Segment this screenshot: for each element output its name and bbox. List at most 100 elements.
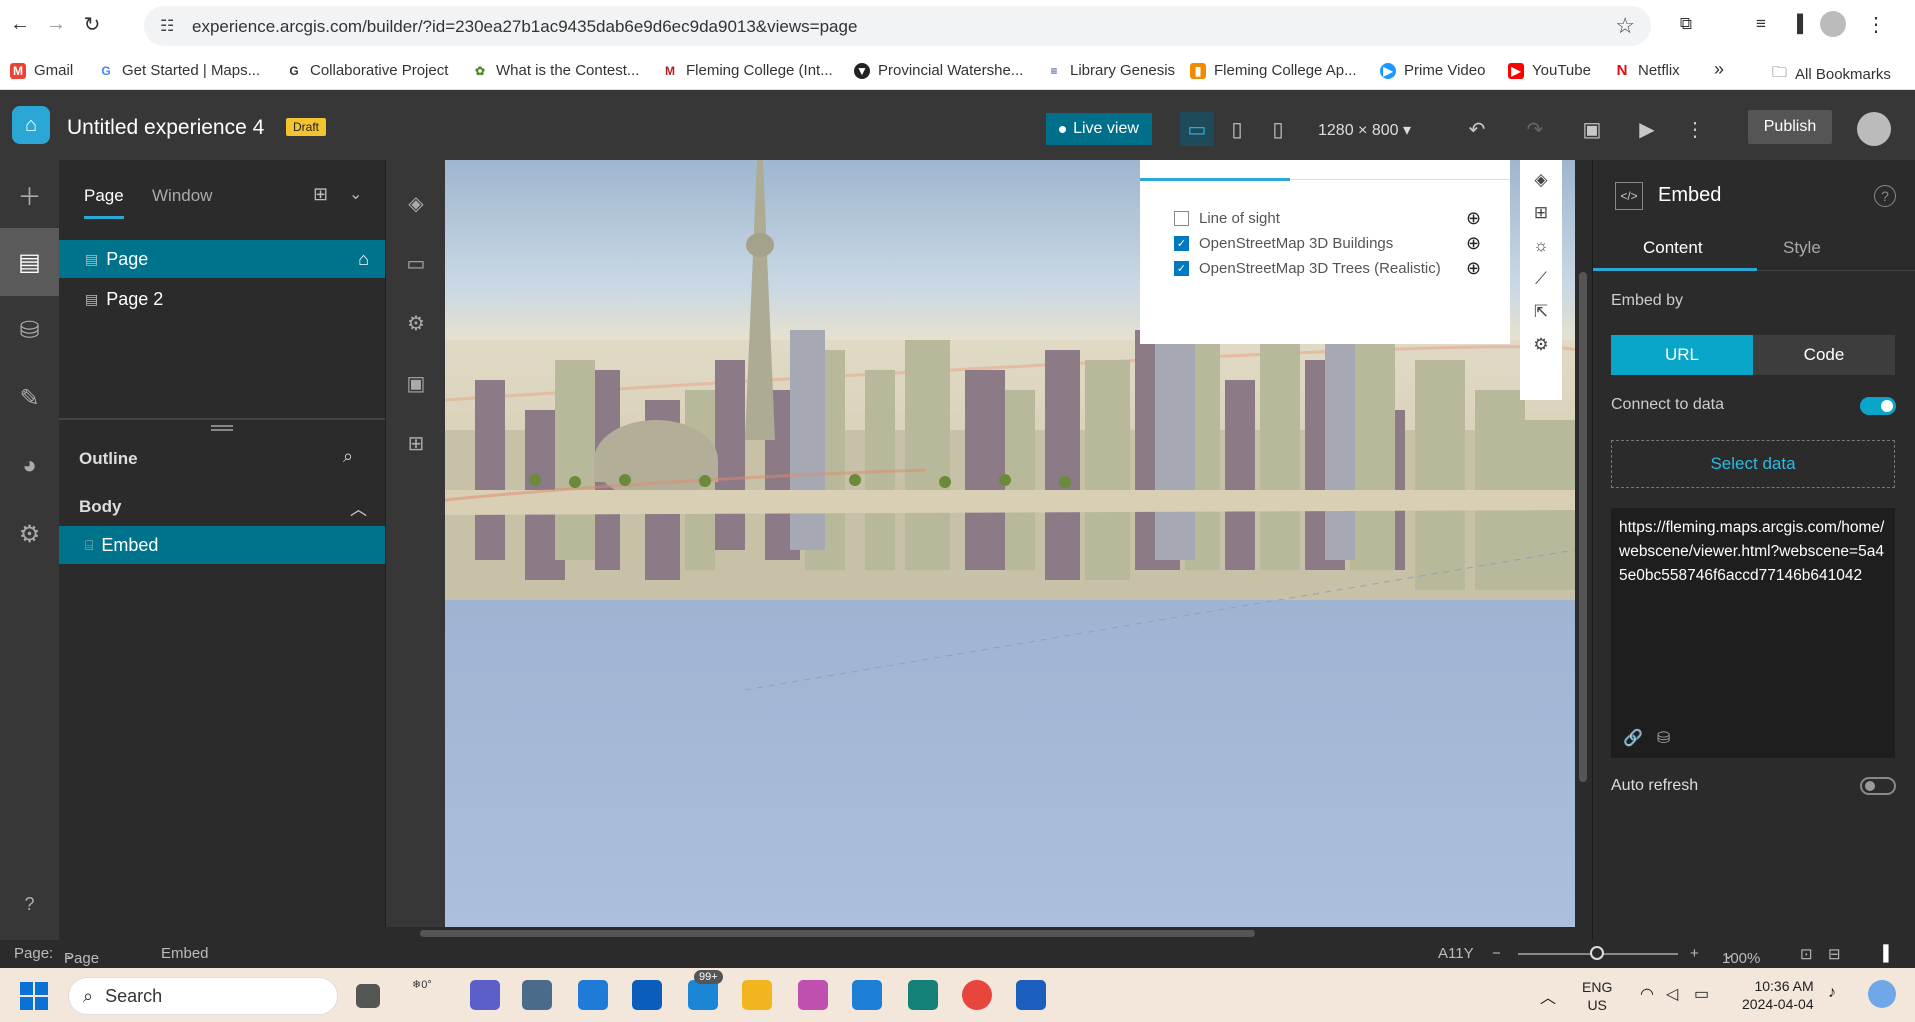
notification-bell-icon[interactable]: ♪ <box>1828 984 1836 1002</box>
live-view-button[interactable]: Live view <box>1046 113 1152 145</box>
scroll-thumb[interactable] <box>420 930 1255 937</box>
layers-app-icon[interactable] <box>908 980 938 1010</box>
address-bar[interactable]: ☷ experience.arcgis.com/builder/?id=230e… <box>144 6 1651 46</box>
redo-icon[interactable]: ↷ <box>1518 112 1552 146</box>
scroll-thumb[interactable] <box>1579 272 1587 782</box>
canvas-vertical-scrollbar[interactable] <box>1575 160 1592 927</box>
bookmark-get-started[interactable]: G Get Started | Maps... <box>98 62 260 79</box>
snipping-tool-icon[interactable] <box>798 980 828 1010</box>
embed-by-code-button[interactable]: Code <box>1753 335 1895 375</box>
bookmark-star-icon[interactable]: ☆ <box>1615 13 1635 39</box>
bookmark-fleming-int[interactable]: M Fleming College (Int... <box>662 62 833 79</box>
bookmark-fleming-ap[interactable]: ▮ Fleming College Ap... <box>1190 62 1357 79</box>
chrome-icon[interactable] <box>962 980 992 1010</box>
chevron-up-icon[interactable]: ︿ <box>1540 984 1556 1008</box>
home-icon[interactable]: ⌂ <box>358 249 369 270</box>
all-bookmarks-button[interactable]: 🗀 All Bookmarks <box>1772 62 1891 87</box>
zoom-out-icon[interactable]: − <box>1492 945 1501 962</box>
clock[interactable]: 10:36 AM 2024-04-04 <box>1742 977 1814 1013</box>
theme-palette-icon[interactable]: ◕ <box>0 432 59 500</box>
tab-window[interactable]: Window <box>152 186 212 206</box>
add-page-icon[interactable]: ⊞ <box>313 184 328 205</box>
embed-url-textarea[interactable]: https://fleming.maps.arcgis.com/home/web… <box>1611 508 1895 758</box>
bookmark-prime[interactable]: ▶ Prime Video <box>1380 62 1485 79</box>
calculator-icon[interactable] <box>522 980 552 1010</box>
layers-icon[interactable]: ◈ <box>386 178 446 228</box>
tab-content[interactable]: Content <box>1643 238 1703 258</box>
task-view-icon[interactable] <box>356 984 380 1008</box>
bookmark-youtube[interactable]: ▶ YouTube <box>1508 62 1591 79</box>
canvas-horizontal-scrollbar[interactable] <box>385 927 1592 940</box>
layer-checkbox[interactable] <box>1174 211 1189 226</box>
select-data-button[interactable]: Select data <box>1611 440 1895 488</box>
undo-icon[interactable]: ↶ <box>1460 112 1494 146</box>
publish-button[interactable]: Publish <box>1748 110 1832 144</box>
volume-icon[interactable]: ◁ <box>1666 984 1678 1004</box>
help-icon[interactable]: ? <box>0 870 59 938</box>
zoom-to-layer-icon[interactable]: ⊕ <box>1466 258 1481 279</box>
zoom-to-layer-icon[interactable]: ⊕ <box>1466 233 1481 254</box>
url-text[interactable]: experience.arcgis.com/builder/?id=230ea2… <box>192 17 857 37</box>
zoom-slider-knob[interactable] <box>1590 946 1604 960</box>
settings-gear-icon[interactable]: ⚙ <box>1520 325 1562 365</box>
help-icon[interactable]: ? <box>1874 185 1896 207</box>
bookmark-netflix[interactable]: N Netflix <box>1614 62 1680 79</box>
experience-builder-logo-icon[interactable]: ⌂ <box>12 106 50 144</box>
bookmark-contest[interactable]: ✿ What is the Contest... <box>472 62 639 79</box>
page-selector[interactable]: Page ⌄ <box>64 945 99 967</box>
calendar-icon[interactable] <box>578 980 608 1010</box>
fit-width-icon[interactable]: ⊡ <box>1800 945 1813 963</box>
user-avatar[interactable] <box>1857 112 1891 146</box>
teams-icon[interactable] <box>470 980 500 1010</box>
zoom-level[interactable]: 100% ⌄ <box>1722 945 1760 967</box>
extensions-icon[interactable]: ⧉ <box>1672 10 1700 38</box>
store-icon[interactable] <box>632 980 662 1010</box>
gear-icon[interactable]: ⚙ <box>386 298 446 348</box>
arcgis-pro-icon[interactable] <box>852 980 882 1010</box>
page-item-page[interactable]: ▤ Page ⌂ <box>59 240 385 278</box>
experience-title[interactable]: Untitled experience 4 <box>67 116 264 140</box>
resize-grip-icon[interactable] <box>211 425 233 431</box>
auto-refresh-toggle[interactable] <box>1860 777 1896 795</box>
page-item-page-2[interactable]: ▤ Page 2 <box>59 280 385 318</box>
embed-scene-canvas[interactable]: Line of sight ✓ OpenStreetMap 3D Buildin… <box>445 160 1575 927</box>
search-icon[interactable]: ⌕ <box>343 446 353 467</box>
word-icon[interactable] <box>1016 980 1046 1010</box>
zoom-to-layer-icon[interactable]: ⊕ <box>1466 208 1481 229</box>
panel-toggle-icon[interactable]: ▐ <box>1878 945 1889 962</box>
media-controls-icon[interactable]: ≡ <box>1747 10 1775 38</box>
language-indicator[interactable]: ENG US <box>1582 978 1612 1014</box>
outline-item-embed[interactable]: ⌸ Embed <box>59 526 385 564</box>
windows-start-icon[interactable] <box>20 982 48 1010</box>
chrome-menu-icon[interactable]: ⋮ <box>1862 10 1890 38</box>
layer-row-osm-trees[interactable]: ✓ OpenStreetMap 3D Trees (Realistic) <box>1174 260 1441 277</box>
bookmark-libgen[interactable]: ≡ Library Genesis <box>1046 62 1175 79</box>
battery-icon[interactable]: ▭ <box>1694 984 1709 1004</box>
layer-checkbox[interactable]: ✓ <box>1174 236 1189 251</box>
file-explorer-icon[interactable] <box>742 980 772 1010</box>
preview-icon[interactable]: ▶ <box>1630 112 1664 146</box>
more-options-icon[interactable]: ⋮ <box>1678 112 1712 146</box>
database-icon[interactable]: ⛁ <box>1657 728 1670 748</box>
side-panel-icon[interactable]: ▐ <box>1783 10 1811 38</box>
page-icon[interactable]: ▤ <box>0 228 59 296</box>
resolution-dropdown[interactable]: 1280 × 800 ▾ <box>1318 120 1411 140</box>
tab-style[interactable]: Style <box>1783 238 1821 258</box>
link-icon[interactable]: 🔗 <box>1623 728 1643 748</box>
layer-row-osm-buildings[interactable]: ✓ OpenStreetMap 3D Buildings <box>1174 235 1393 252</box>
taskbar-search[interactable]: ⌕ Search <box>68 977 338 1015</box>
body-row[interactable]: Body ︿ <box>59 488 385 526</box>
add-icon[interactable]: ＋ <box>0 160 59 228</box>
fit-screen-icon[interactable]: ⊟ <box>1828 945 1841 963</box>
a11y-button[interactable]: A11Y <box>1438 945 1474 962</box>
chevron-up-icon[interactable]: ︿ <box>350 495 367 520</box>
more-bookmarks-button[interactable]: » <box>1714 59 1724 80</box>
forward-icon[interactable]: → <box>42 10 70 38</box>
site-info-icon[interactable]: ☷ <box>160 16 174 36</box>
settings-gear-icon[interactable]: ⚙ <box>0 500 59 568</box>
weather-widget[interactable]: ❄0° <box>412 978 432 991</box>
bookmark-collaborative[interactable]: G Collaborative Project <box>286 62 448 79</box>
bookmark-watershed[interactable]: ▼ Provincial Watershe... <box>854 62 1023 79</box>
save-icon[interactable]: ▣ <box>1575 112 1609 146</box>
phone-device-icon[interactable]: ▯ <box>1261 112 1295 146</box>
